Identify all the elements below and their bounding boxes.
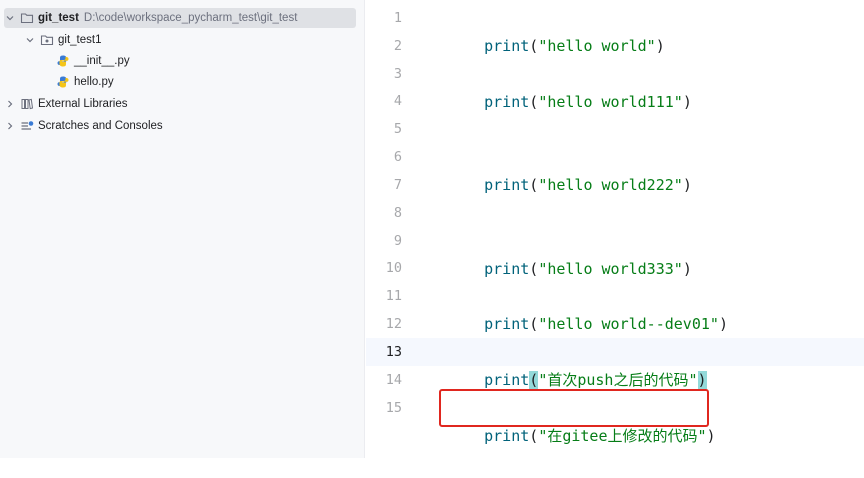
external-libraries-label: External Libraries — [38, 98, 128, 110]
chevron-down-icon[interactable] — [24, 34, 36, 46]
open-paren: ( — [529, 260, 539, 278]
line-number: 6 — [393, 149, 402, 165]
close-paren: ) — [706, 427, 716, 445]
tree-item-init-file[interactable]: __init__.py — [4, 51, 356, 71]
code-editor[interactable]: 1 2 3 4 5 6 7 8 9 10 11 12 13 14 15 prin… — [366, 0, 864, 458]
function-name: print — [484, 93, 530, 111]
python-file-icon — [56, 54, 70, 68]
open-paren: ( — [529, 176, 539, 194]
close-paren-matched: ) — [697, 371, 707, 389]
package-folder-icon — [40, 33, 54, 47]
scratches-label: Scratches and Consoles — [38, 120, 163, 132]
root-folder-path: D:\code\workspace_pycharm_test\git_test — [83, 12, 298, 24]
line-number: 4 — [393, 93, 402, 109]
scratches-icon — [20, 119, 34, 133]
package-folder-name: git_test1 — [58, 34, 102, 46]
line-number: 11 — [385, 288, 402, 304]
function-name: print — [484, 37, 530, 55]
function-name: print — [484, 260, 530, 278]
open-paren: ( — [529, 315, 539, 333]
line-number: 10 — [385, 260, 402, 276]
root-folder-name: git_test — [38, 12, 79, 24]
tree-item-git-test1[interactable]: git_test1 — [4, 30, 356, 50]
line-number: 14 — [385, 372, 402, 388]
annotation-highlight-box — [439, 389, 709, 427]
open-paren: ( — [529, 427, 539, 445]
string-literal: "在gitee上修改的代码" — [538, 427, 707, 445]
function-name: print — [484, 176, 530, 194]
python-file-icon — [56, 75, 70, 89]
line-number: 8 — [393, 205, 402, 221]
code-line-13[interactable]: print("首次push之后的代码") — [448, 338, 707, 389]
string-literal: "hello world" — [538, 37, 656, 55]
line-number: 2 — [393, 38, 402, 54]
tree-item-scratches[interactable]: Scratches and Consoles — [4, 116, 356, 136]
line-number: 7 — [393, 177, 402, 193]
tree-item-external-libraries[interactable]: External Libraries — [4, 94, 356, 114]
tree-item-hello-file[interactable]: hello.py — [4, 72, 356, 92]
function-name: print — [484, 315, 530, 333]
string-literal: "hello world--dev01" — [538, 315, 719, 333]
function-name: print — [484, 371, 530, 389]
open-paren: ( — [529, 93, 539, 111]
open-paren: ( — [529, 37, 539, 55]
library-icon — [20, 97, 34, 111]
code-line-1[interactable]: print("hello world") — [448, 4, 665, 55]
string-literal: "首次push之后的代码" — [538, 371, 698, 389]
chevron-right-icon[interactable] — [4, 120, 16, 132]
string-literal: "hello world111" — [538, 93, 683, 111]
close-paren: ) — [718, 315, 728, 333]
folder-icon — [20, 11, 34, 25]
project-panel: git_test D:\code\workspace_pycharm_test\… — [0, 0, 365, 458]
line-number: 5 — [393, 121, 402, 137]
chevron-down-icon[interactable] — [4, 12, 16, 24]
code-line-9[interactable]: print("hello world333") — [448, 227, 692, 278]
function-name: print — [484, 427, 530, 445]
code-line-3[interactable]: print("hello world111") — [448, 60, 692, 111]
line-number: 1 — [393, 10, 402, 26]
string-literal: "hello world222" — [538, 176, 683, 194]
line-number: 12 — [385, 316, 402, 332]
close-paren: ) — [655, 37, 665, 55]
code-line-11[interactable]: print("hello world--dev01") — [448, 282, 728, 333]
code-line-6[interactable]: print("hello world222") — [448, 143, 692, 194]
line-number-current: 13 — [385, 344, 402, 360]
close-paren: ) — [682, 260, 692, 278]
line-number: 3 — [393, 66, 402, 82]
chevron-right-icon[interactable] — [4, 98, 16, 110]
close-paren: ) — [682, 176, 692, 194]
string-literal: "hello world333" — [538, 260, 683, 278]
line-number-gutter: 1 2 3 4 5 6 7 8 9 10 11 12 13 14 15 — [366, 0, 432, 458]
file-name-hello: hello.py — [74, 76, 114, 88]
line-number: 15 — [385, 400, 402, 416]
close-paren: ) — [682, 93, 692, 111]
line-number: 9 — [393, 233, 402, 249]
tree-item-root[interactable]: git_test D:\code\workspace_pycharm_test\… — [4, 8, 356, 28]
open-paren-matched: ( — [529, 371, 539, 389]
file-name-init: __init__.py — [74, 55, 130, 67]
